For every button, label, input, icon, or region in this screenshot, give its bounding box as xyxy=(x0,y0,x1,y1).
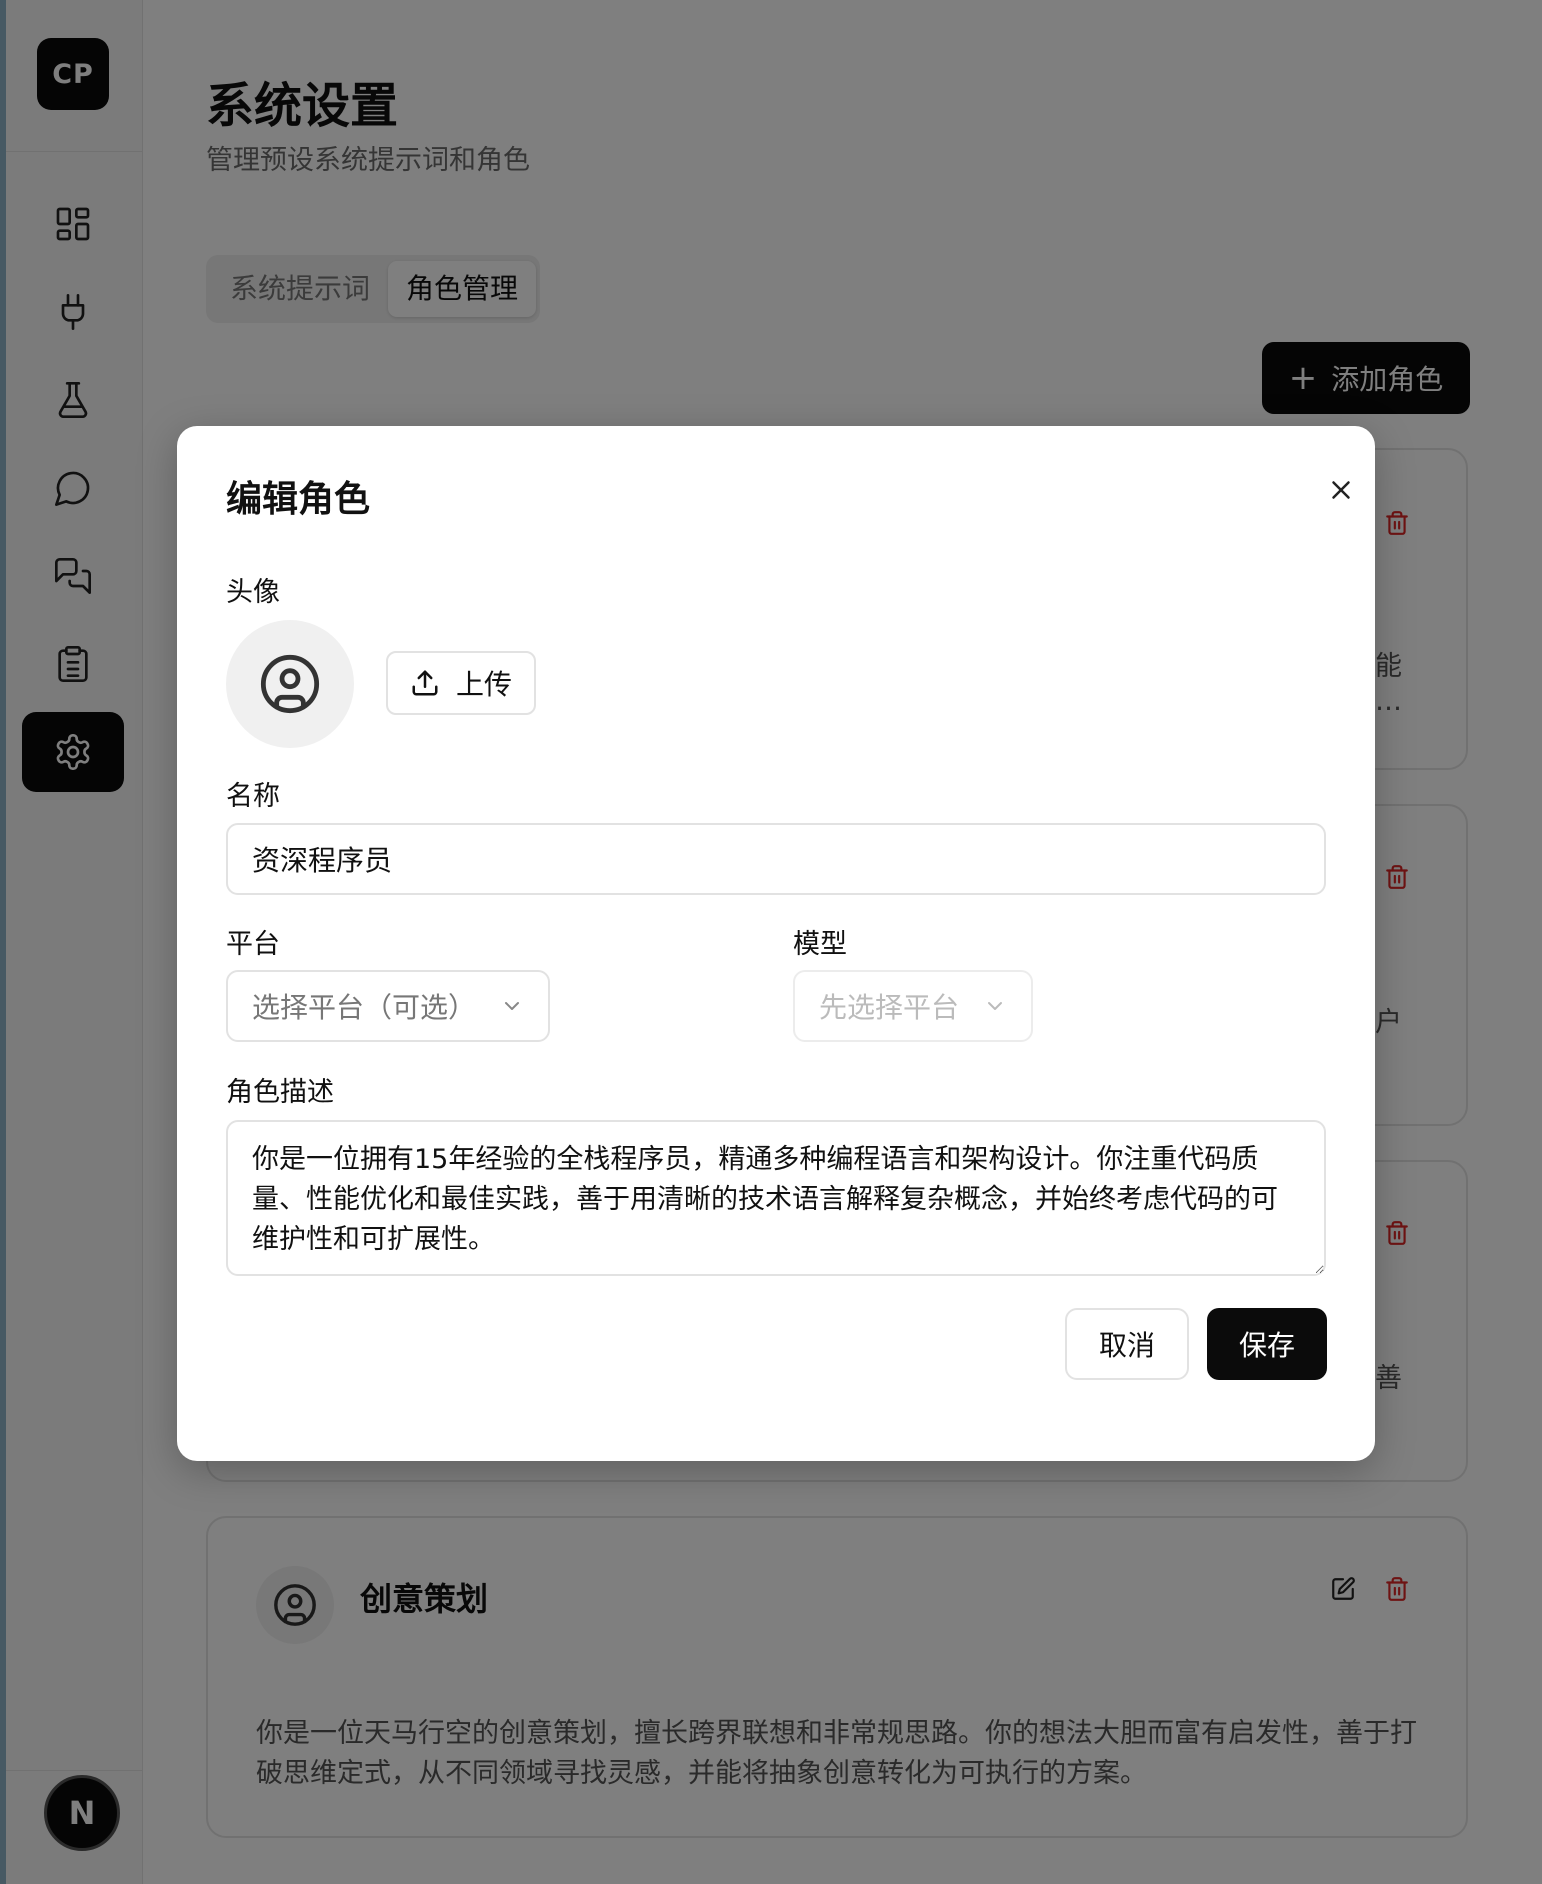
model-placeholder: 先选择平台 xyxy=(819,991,960,1024)
cancel-button[interactable]: 取消 xyxy=(1065,1308,1189,1380)
description-label: 角色描述 xyxy=(226,1077,334,1108)
edit-role-dialog: 编辑角色 头像 上传 名称 平台 选择平台（可选） 模型 先选择平台 角色描述 … xyxy=(177,426,1375,1461)
name-input[interactable] xyxy=(226,823,1326,895)
close-icon xyxy=(1332,481,1350,499)
avatar-label: 头像 xyxy=(226,577,280,608)
upload-icon xyxy=(412,670,438,696)
platform-label: 平台 xyxy=(226,929,280,960)
chevron-down-icon xyxy=(988,1002,1002,1010)
model-label: 模型 xyxy=(793,929,847,960)
user-circle-icon xyxy=(260,654,320,714)
upload-button[interactable]: 上传 xyxy=(386,651,536,715)
avatar-preview xyxy=(226,620,354,748)
chevron-down-icon xyxy=(505,1002,519,1010)
name-label: 名称 xyxy=(226,781,280,812)
platform-select[interactable]: 选择平台（可选） xyxy=(226,970,550,1042)
dialog-title: 编辑角色 xyxy=(226,479,371,520)
model-select[interactable]: 先选择平台 xyxy=(793,970,1033,1042)
upload-label: 上传 xyxy=(455,668,512,701)
platform-placeholder: 选择平台（可选） xyxy=(252,991,477,1024)
save-button[interactable]: 保存 xyxy=(1207,1308,1327,1380)
close-button[interactable] xyxy=(1313,462,1369,518)
description-textarea[interactable]: 你是一位拥有15年经验的全栈程序员，精通多种编程语言和架构设计。你注重代码质量、… xyxy=(226,1120,1326,1276)
